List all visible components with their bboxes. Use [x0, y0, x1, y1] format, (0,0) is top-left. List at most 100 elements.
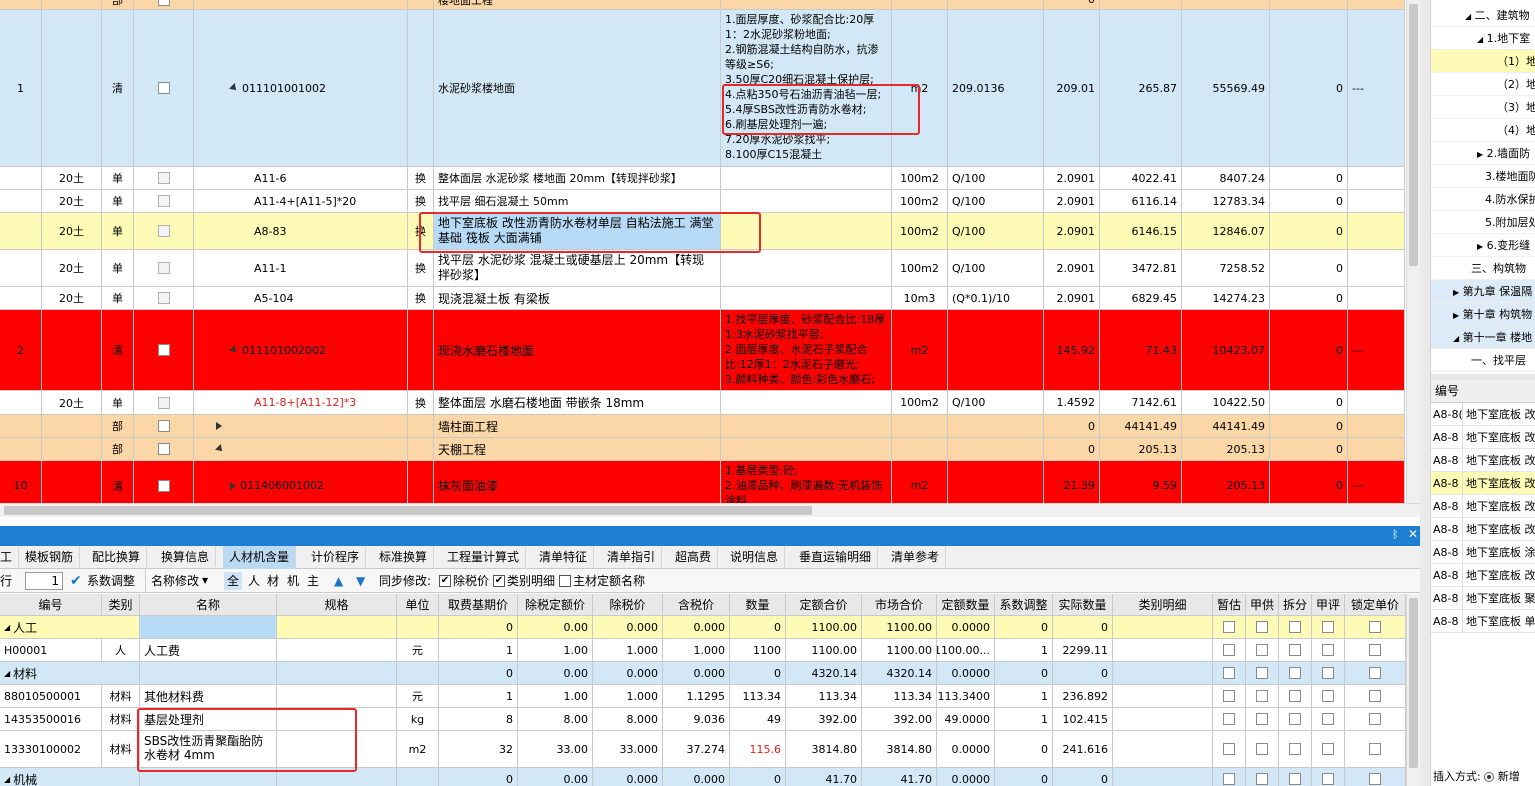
lock-price-checkbox[interactable] [1369, 621, 1381, 633]
group-row[interactable]: ◢ 机械 0 0.00 0.000 0.000 0 41.70 41.70 0.0… [0, 768, 1406, 786]
scrollbar-thumb[interactable] [4, 506, 812, 515]
col-header[interactable]: 编号 [0, 594, 102, 615]
row-number-input[interactable]: 1 [25, 572, 63, 590]
tab-description[interactable]: 说明信息 [724, 546, 786, 569]
row-expr[interactable]: 209.0136 [948, 10, 1044, 166]
tree-item[interactable]: ◢ 二、建筑物 [1431, 4, 1535, 27]
list-item[interactable]: A8-8 地下室底板 改 [1431, 426, 1535, 449]
filter-all[interactable]: 全 [224, 572, 243, 590]
tab-pricing-procedure[interactable]: 计价程序 [305, 546, 367, 569]
table-row-selected[interactable]: 20土 单 A8-83 换 地下室底板 改性沥青防水卷材单层 自粘法施工 满堂基… [0, 213, 1405, 250]
row-checkbox[interactable] [157, 82, 170, 94]
tree-item[interactable]: 一、找平层 [1431, 349, 1535, 372]
table-row[interactable]: 20土 单 A5-104 换 现浇混凝土板 有梁板 10m3 (Q*0.1)/1… [0, 287, 1405, 310]
row-checkbox[interactable] [157, 0, 170, 6]
split-checkbox[interactable] [1289, 621, 1301, 633]
vertical-scrollbar[interactable] [1406, 0, 1420, 503]
tab-vertical-transport[interactable]: 垂直运输明细 [793, 546, 879, 569]
tree-item[interactable]: ▶ 第十章 构筑物 [1431, 303, 1535, 326]
estimate-checkbox[interactable] [1223, 713, 1235, 725]
coef-adjust-button[interactable]: 系数调整 [87, 569, 135, 593]
row-expr[interactable]: (Q*0.1)/10 [948, 287, 1044, 309]
table-row[interactable]: 20土 单 A11-6 换 整体面层 水泥砂浆 楼地面 20mm【转现拌砂浆】 … [0, 167, 1405, 190]
col-header[interactable]: 系数调整 [995, 594, 1053, 615]
close-icon[interactable]: ✕ [1408, 527, 1418, 541]
table-row[interactable]: 部 墙柱面工程 0 44141.49 44141.49 0 [0, 415, 1405, 438]
table-row[interactable]: 14353500016 材料 基层处理剂 kg 8 8.00 8.000 9.0… [0, 708, 1406, 731]
estimate-checkbox[interactable] [1223, 644, 1235, 656]
col-header[interactable]: 实际数量 [1053, 594, 1113, 615]
collapse-icon[interactable] [215, 444, 225, 454]
radio-button[interactable] [1484, 772, 1495, 782]
collapse-icon[interactable]: ◢ [4, 669, 10, 678]
col-header[interactable]: 定额合价 [786, 594, 862, 615]
tree-item[interactable]: ◢ 1.地下室 [1431, 27, 1535, 50]
owner-supply-checkbox[interactable] [1256, 621, 1268, 633]
row-checkbox[interactable] [157, 195, 170, 207]
expand-icon[interactable] [230, 481, 236, 490]
panel-splitter[interactable] [1420, 0, 1430, 786]
pin-icon[interactable]: ᛒ [1392, 528, 1399, 541]
checkbox-checked[interactable]: ✔ [439, 575, 451, 587]
filter-labor[interactable]: 人 [248, 569, 260, 593]
col-header[interactable]: 除税定额价 [518, 594, 593, 615]
row-checkbox[interactable] [157, 479, 170, 492]
tab[interactable]: 工 [0, 546, 20, 569]
col-header[interactable]: 市场合价 [862, 594, 937, 615]
expand-icon[interactable]: ▶ [1453, 288, 1459, 297]
table-row[interactable]: 88010500001 材料 其他材料费 元 1 1.00 1.000 1.12… [0, 685, 1406, 708]
owner-eval-checkbox[interactable] [1322, 713, 1334, 725]
row-expr[interactable]: Q/100 [948, 190, 1044, 212]
owner-eval-checkbox[interactable] [1322, 773, 1334, 785]
table-row[interactable]: 部 天棚工程 0 205.13 205.13 0 [0, 438, 1405, 461]
owner-eval-checkbox[interactable] [1322, 690, 1334, 702]
tree-item[interactable]: （3）地 [1431, 96, 1535, 119]
category-detail-option[interactable]: 类别明细 [507, 569, 555, 593]
collapse-icon[interactable]: ◢ [1453, 334, 1459, 343]
col-header[interactable]: 甲评 [1312, 594, 1345, 615]
table-row[interactable]: 13330100002 材料 SBS改性沥青聚酯胎防水卷材 4mm m2 32 … [0, 731, 1406, 768]
tab-template-rebar[interactable]: 模板钢筋 [19, 546, 81, 569]
estimate-checkbox[interactable] [1223, 773, 1235, 785]
tree-item[interactable]: 三、构筑物 [1431, 257, 1535, 280]
expand-icon[interactable]: ▶ [1453, 311, 1459, 320]
list-item[interactable]: A8-8 地下室底板 改 [1431, 564, 1535, 587]
col-header[interactable]: 类别 [102, 594, 140, 615]
main-material-name-option[interactable]: 主材定额名称 [573, 569, 645, 593]
list-item[interactable]: A8-8 地下室底板 聚 [1431, 587, 1535, 610]
row-checkbox[interactable] [157, 420, 170, 432]
list-item[interactable]: A8-8(地下室底板 改 [1431, 403, 1535, 426]
collapse-icon[interactable]: ◢ [1477, 35, 1483, 44]
owner-supply-checkbox[interactable] [1256, 690, 1268, 702]
row-checkbox[interactable] [157, 396, 170, 409]
filter-material[interactable]: 材 [267, 569, 279, 593]
expand-icon[interactable]: ▶ [1477, 242, 1483, 251]
tree-item[interactable]: 5.附加层处 [1431, 211, 1535, 234]
owner-eval-checkbox[interactable] [1322, 621, 1334, 633]
col-header[interactable]: 规格 [277, 594, 397, 615]
checkbox-checked[interactable]: ✔ [493, 575, 505, 587]
collapse-icon[interactable]: ◢ [1465, 12, 1471, 21]
split-checkbox[interactable] [1289, 690, 1301, 702]
arrow-down-icon[interactable]: ▼ [356, 569, 365, 593]
owner-supply-checkbox[interactable] [1256, 644, 1268, 656]
col-header[interactable]: 数量 [730, 594, 786, 615]
tab-list-reference[interactable]: 清单参考 [885, 546, 947, 569]
name-cell-selected[interactable] [140, 616, 277, 638]
col-header[interactable]: 名称 [140, 594, 277, 615]
owner-eval-checkbox[interactable] [1322, 644, 1334, 656]
row-checkbox[interactable] [157, 443, 170, 455]
table-row[interactable]: 20土 单 A11-8+[A11-12]*3 换 整体面层 水磨石楼地面 带嵌条… [0, 391, 1405, 415]
tab-mix-conversion[interactable]: 配比换算 [86, 546, 148, 569]
split-checkbox[interactable] [1289, 743, 1301, 755]
horizontal-scrollbar[interactable] [0, 503, 1420, 517]
estimate-checkbox[interactable] [1223, 621, 1235, 633]
lock-price-checkbox[interactable] [1369, 667, 1381, 679]
tab-quantity-formula[interactable]: 工程量计算式 [441, 546, 527, 569]
owner-supply-checkbox[interactable] [1256, 667, 1268, 679]
tax-price-option[interactable]: 除税价 [453, 569, 489, 593]
tab-conversion-info[interactable]: 换算信息 [155, 546, 217, 569]
row-checkbox[interactable] [157, 262, 170, 274]
row-expr[interactable]: Q/100 [948, 167, 1044, 189]
col-header[interactable]: 含税价 [663, 594, 730, 615]
